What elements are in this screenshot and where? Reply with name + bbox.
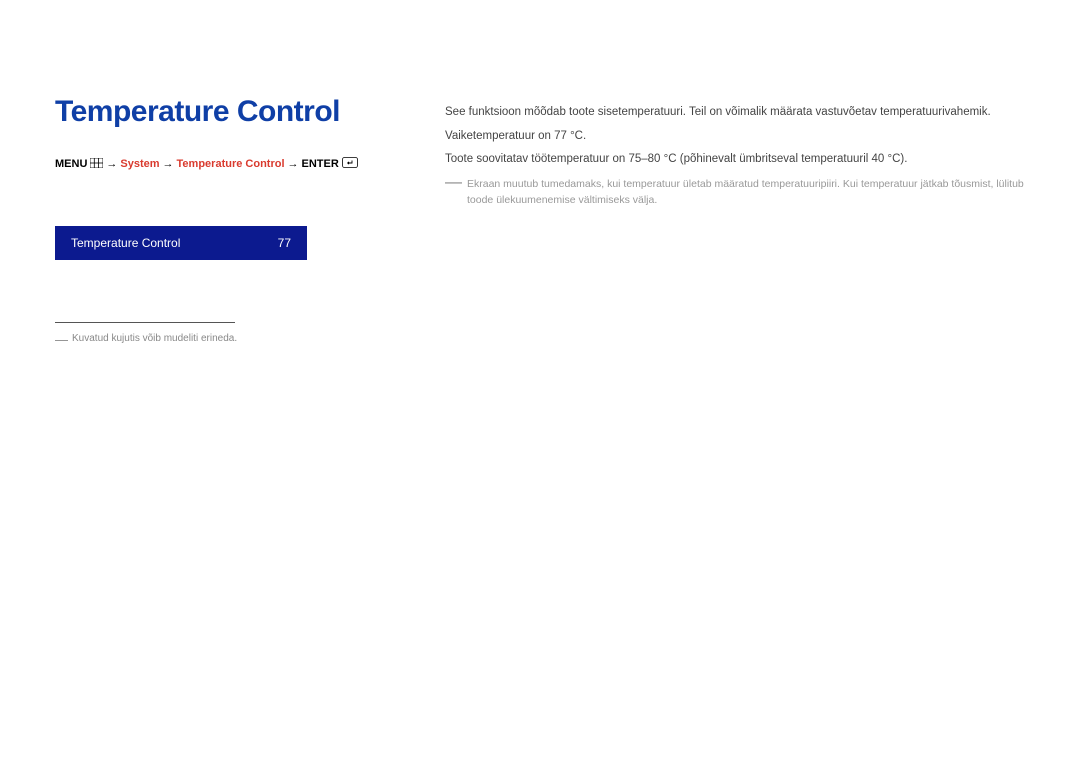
note-text: Ekraan muutub tumedamaks, kui temperatuu… [467,176,1025,210]
footnote-dash: ― [55,333,68,346]
arrow-icon: → [288,158,299,170]
menu-grid-icon [90,158,103,171]
breadcrumb-enter: ENTER [302,158,339,170]
page-heading: Temperature Control [55,95,390,129]
setting-label: Temperature Control [71,236,180,250]
body-paragraph-3: Toote soovitatav töötemperatuur on 75–80… [445,150,1025,170]
divider [55,322,235,323]
note-block: ― Ekraan muutub tumedamaks, kui temperat… [445,176,1025,210]
enter-icon [342,157,358,171]
breadcrumb: MENU → System → Temperature Control → EN… [55,157,390,171]
breadcrumb-system: System [120,158,159,170]
setting-row: Temperature Control 77 [55,226,307,260]
arrow-icon: → [163,158,174,170]
note-dash: ― [445,176,462,188]
arrow-icon: → [106,158,117,170]
breadcrumb-temperature: Temperature Control [177,158,285,170]
body-paragraph-2: Vaiketemperatuur on 77 °C. [445,127,1025,147]
body-paragraph-1: See funktsioon mõõdab toote sisetemperat… [445,103,1025,123]
footnote-text: Kuvatud kujutis võib mudeliti erineda. [72,333,237,344]
setting-value: 77 [278,236,291,250]
footnote: ― Kuvatud kujutis võib mudeliti erineda. [55,333,390,346]
breadcrumb-menu: MENU [55,158,87,170]
